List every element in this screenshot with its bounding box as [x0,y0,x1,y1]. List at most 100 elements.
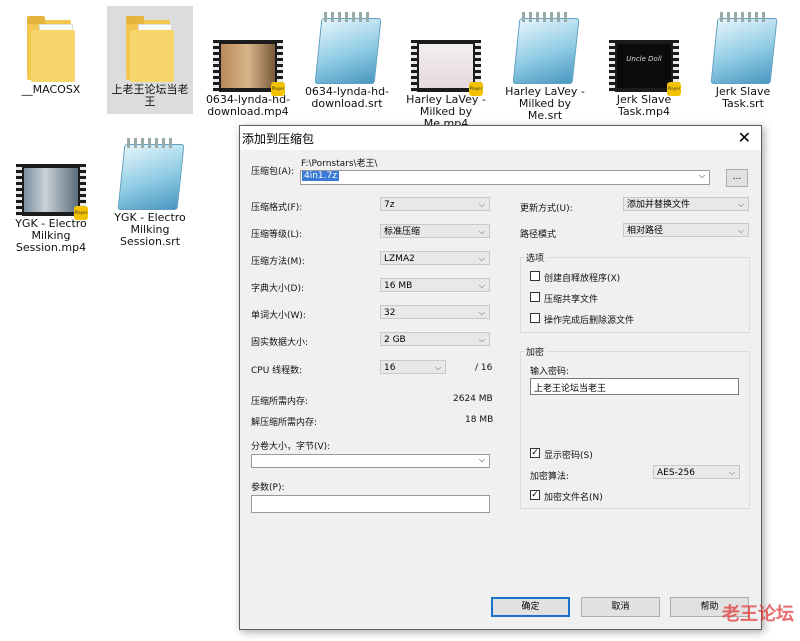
file-name: YGK - Electro Milking Session.mp4 [15,217,87,254]
shared-label: 压缩共享文件 [544,295,599,305]
file-lynda-srt[interactable]: 0634-lynda-hd-download.srt [304,8,390,110]
cpu-select[interactable]: 16 ⌵ [380,360,446,374]
video-file-icon: Player [16,164,88,220]
update-select[interactable]: 添加并替换文件 ⌵ [623,197,749,211]
file-jerk-srt[interactable]: Jerk Slave Task.srt [700,8,786,110]
video-file-icon: Player [411,40,483,96]
archive-name-combobox[interactable]: 4in1.7z ⌵ [300,170,710,185]
mem-decomp-label: 解压缩所需内存: [251,418,318,428]
dict-label: 字典大小(D): [251,284,304,294]
pathmode-select[interactable]: 相对路径 ⌵ [623,223,749,237]
update-label: 更新方式(U): [520,204,573,214]
chevron-down-icon: ⌵ [478,200,485,209]
pathmode-label: 路径模式 [520,230,557,240]
word-label: 单词大小(W): [251,311,306,321]
word-select[interactable]: 32 ⌵ [380,305,490,319]
split-combobox[interactable]: ⌵ [251,454,490,468]
delete-checkbox[interactable] [530,313,540,323]
dict-value: 16 MB [384,281,413,291]
file-name: Harley LaVey - Milked by Me.srt [505,85,585,122]
method-label: 压缩方法(M): [251,257,305,267]
notepad-icon [312,10,382,84]
file-jerk-mp4[interactable]: Uncle Doll Player Jerk Slave Task.mp4 [601,30,687,118]
encrypt-names-label: 加密文件名(N) [544,493,603,503]
file-harley-mp4[interactable]: Player Harley LaVey - Milked by Me.mp4 [403,30,489,130]
file-name: __MACOSX [21,83,81,96]
file-name: YGK - Electro Milking Session.srt [114,211,186,248]
mem-comp-label: 压缩所需内存: [251,397,309,407]
cpu-total: / 16 [475,363,493,373]
ok-button[interactable]: 确定 [491,597,570,617]
add-to-archive-dialog: 添加到压缩包 ✕ 压缩包(A): F:\Pornstars\老王\ 4in1.7… [239,125,762,630]
chevron-down-icon: ⌵ [434,363,441,372]
solid-select[interactable]: 2 GB ⌵ [380,332,490,346]
delete-label: 操作完成后删除源文件 [544,316,635,326]
shared-checkbox[interactable] [530,292,540,302]
chevron-down-icon[interactable]: ⌵ [699,171,705,181]
format-select[interactable]: 7z ⌵ [380,197,490,211]
folder-icon [27,16,75,82]
video-file-icon: Uncle Doll Player [609,40,681,96]
options-label: 选项 [524,251,547,264]
method-select[interactable]: LZMA2 ⌵ [380,251,490,265]
level-value: 标准压缩 [384,227,421,237]
folder-icon [126,16,174,82]
dict-select[interactable]: 16 MB ⌵ [380,278,490,292]
chevron-down-icon: ⌵ [478,335,485,344]
enc-method-value: AES-256 [657,468,695,478]
title-bar: 添加到压缩包 ✕ [240,126,761,150]
sfx-checkbox[interactable] [530,271,540,281]
word-value: 32 [384,308,396,318]
player-badge: Player [469,82,483,96]
watermark: 老王论坛 [722,604,794,625]
video-file-icon: Player [213,40,285,96]
browse-button[interactable]: ... [726,169,748,187]
sfx-label: 创建自释放程序(X) [544,274,621,284]
encrypt-names-checkbox[interactable]: ✓ [530,490,540,500]
archive-path: F:\Pornstars\老王\ [301,159,378,169]
show-password-label: 显示密码(S) [544,451,593,461]
chevron-down-icon: ⌵ [478,254,485,263]
player-badge: Player [271,82,285,96]
notepad-icon [510,10,580,84]
chevron-down-icon: ⌵ [478,281,485,290]
file-macosx-folder[interactable]: __MACOSX [8,6,94,96]
file-name: 0634-lynda-hd-download.mp4 [205,93,291,118]
format-value: 7z [384,200,395,210]
solid-label: 固实数据大小: [251,338,309,348]
cpu-value: 16 [384,363,396,373]
level-label: 压缩等级(L): [251,230,303,240]
params-label: 参数(P): [251,483,285,493]
chevron-down-icon: ⌵ [737,226,744,235]
chevron-down-icon: ⌵ [478,455,485,464]
dialog-title: 添加到压缩包 [242,132,315,146]
enc-method-select[interactable]: AES-256 ⌵ [653,465,740,479]
enc-method-label: 加密算法: [530,472,570,482]
file-laowang-folder[interactable]: 上老王论坛当老王 [107,6,193,114]
player-badge: Player [667,82,681,96]
format-label: 压缩格式(F): [251,203,303,213]
cpu-label: CPU 线程数: [251,366,303,376]
password-input[interactable]: 上老王论坛当老王 [530,378,739,395]
show-password-checkbox[interactable]: ✓ [530,448,540,458]
file-harley-srt[interactable]: Harley LaVey - Milked by Me.srt [502,8,588,122]
notepad-icon [708,10,778,84]
file-lynda-mp4[interactable]: Player 0634-lynda-hd-download.mp4 [205,30,291,118]
file-ygk-srt[interactable]: YGK - Electro Milking Session.srt [107,134,193,248]
level-select[interactable]: 标准压缩 ⌵ [380,224,490,238]
password-label: 输入密码: [530,367,570,377]
mem-comp-value: 2624 MB [453,394,493,404]
params-input[interactable] [251,495,490,513]
file-name: 上老王论坛当老王 [111,83,189,108]
mem-decomp-value: 18 MB [465,415,494,425]
password-value: 上老王论坛当老王 [534,384,607,394]
update-value: 添加并替换文件 [627,200,691,210]
close-icon[interactable]: ✕ [738,128,751,147]
file-ygk-mp4[interactable]: Player YGK - Electro Milking Session.mp4 [8,154,94,254]
split-label: 分卷大小，字节(V): [251,442,331,452]
archive-label: 压缩包(A): [251,167,295,177]
file-name: Jerk Slave Task.srt [715,85,771,110]
method-value: LZMA2 [384,254,415,264]
cancel-button[interactable]: 取消 [581,597,660,617]
notepad-icon [115,136,185,210]
